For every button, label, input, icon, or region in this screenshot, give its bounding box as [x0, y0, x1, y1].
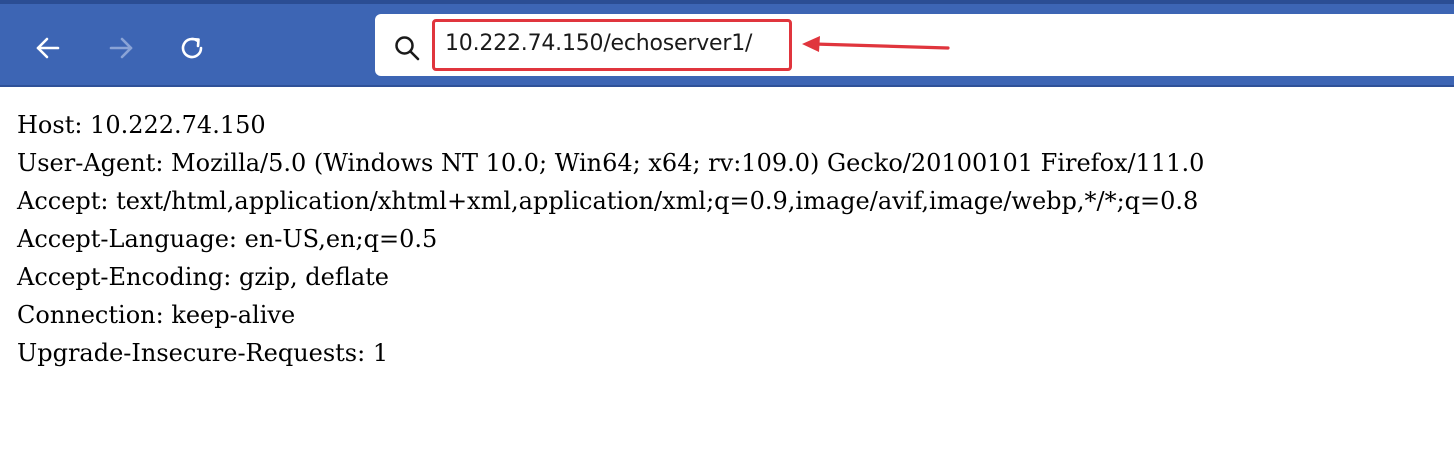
- reload-icon: [181, 37, 203, 59]
- back-button[interactable]: [28, 28, 68, 68]
- forward-arrow-icon: [109, 37, 133, 59]
- header-line-accept: Accept: text/html,application/xhtml+xml,…: [17, 187, 1199, 215]
- echo-response-body: Host: 10.222.74.150 User-Agent: Mozilla/…: [17, 106, 1204, 372]
- search-icon: [395, 36, 420, 61]
- forward-button[interactable]: [101, 28, 141, 68]
- header-line-upgrade-insecure: Upgrade-Insecure-Requests: 1: [17, 339, 389, 367]
- header-line-accept-encoding: Accept-Encoding: gzip, deflate: [17, 263, 390, 291]
- reload-button[interactable]: [172, 28, 212, 68]
- header-line-user-agent: User-Agent: Mozilla/5.0 (Windows NT 10.0…: [17, 149, 1205, 177]
- back-arrow-icon: [36, 37, 60, 59]
- annotation-arrow-icon: [802, 36, 950, 52]
- header-line-accept-language: Accept-Language: en-US,en;q=0.5: [17, 225, 438, 253]
- header-line-host: Host: 10.222.74.150: [17, 111, 266, 139]
- browser-toolbar: 10.222.74.150/echoserver1/: [0, 0, 1454, 87]
- header-line-connection: Connection: keep-alive: [17, 301, 296, 329]
- url-text[interactable]: 10.222.74.150/echoserver1/: [445, 31, 752, 56]
- address-bar[interactable]: 10.222.74.150/echoserver1/: [375, 14, 1454, 76]
